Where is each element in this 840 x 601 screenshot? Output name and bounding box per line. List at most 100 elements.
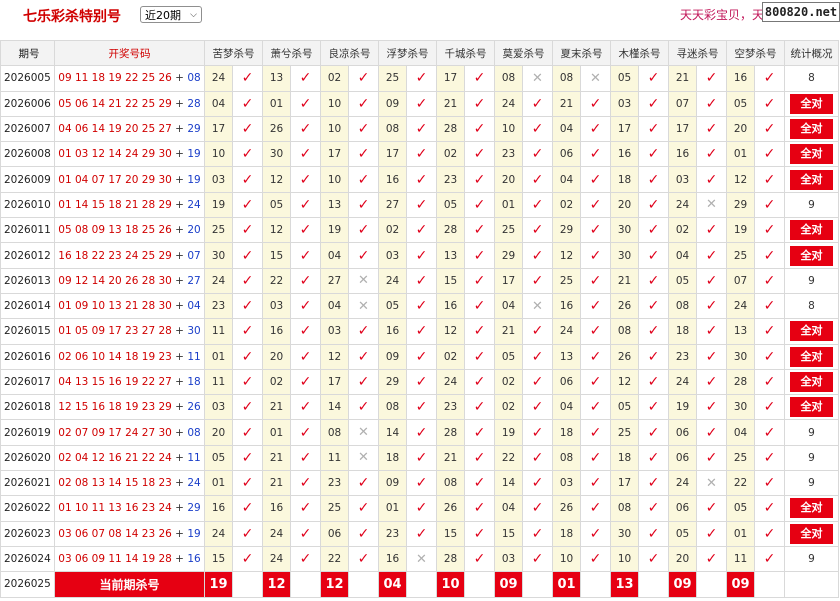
kill-number: 09	[378, 343, 407, 370]
draw-numbers: 01 04 07 17 20 29 30 + 19	[54, 166, 205, 193]
draw-numbers: 01 05 09 17 23 27 28 + 30	[54, 318, 205, 345]
special-number: 08	[187, 426, 201, 439]
check-icon: ✓	[473, 475, 486, 492]
check-icon: ✓	[705, 272, 718, 289]
kill-number: 21	[552, 90, 581, 117]
kill-result: ✓	[754, 217, 785, 244]
empty-cell	[754, 571, 785, 598]
column-header: 苦梦杀号	[204, 39, 263, 67]
kill-result: ✓	[406, 217, 437, 244]
check-icon: ✓	[473, 348, 486, 365]
draw-numbers: 04 13 15 16 19 22 27 + 18	[54, 368, 205, 396]
kill-number: 17	[610, 115, 639, 143]
check-icon: ✓	[357, 374, 370, 390]
kill-number: 24	[204, 65, 233, 92]
kill-number: 08	[552, 444, 581, 472]
kill-number: 03	[552, 470, 581, 497]
kill-result: ✓	[232, 495, 263, 522]
kill-number: 16	[262, 495, 291, 522]
check-icon: ✓	[415, 323, 428, 340]
check-icon: ✓	[589, 525, 602, 542]
plus-sign: +	[171, 97, 188, 110]
check-icon: ✓	[531, 424, 544, 441]
page-title: 七乐彩杀特别号	[23, 9, 121, 25]
kill-result: ✓	[696, 495, 727, 522]
kill-result: ✓	[754, 495, 785, 522]
issue-number: 2026025	[0, 571, 55, 598]
table-row: 2026019 02 07 09 17 24 27 30 + 08 20 ✓ 01 ✓ 08…	[0, 419, 839, 446]
check-icon: ✓	[589, 171, 602, 188]
check-icon: ✓	[705, 500, 718, 517]
kill-result: ✓	[406, 242, 437, 269]
kill-result: ✓	[696, 444, 727, 472]
draw-numbers: 03 06 07 08 14 23 26 + 19	[54, 520, 205, 547]
kill-result: ✓	[464, 444, 495, 472]
kill-number: 10	[610, 545, 639, 573]
kill-number: 24	[668, 191, 697, 219]
kill-result: ✓	[638, 267, 669, 294]
kill-result: ✓	[290, 217, 321, 244]
site-logo[interactable]: 800820.net	[762, 2, 840, 22]
check-icon: ✓	[763, 272, 776, 289]
check-icon: ✓	[299, 121, 312, 138]
kill-number: 08	[552, 65, 581, 92]
empty-cell	[348, 571, 379, 598]
kill-result: ✓	[754, 191, 785, 219]
kill-result: ✓	[232, 191, 263, 219]
kill-result: ✓	[348, 65, 379, 92]
current-kill-number: 10	[436, 571, 465, 598]
check-icon: ✓	[531, 399, 544, 416]
issue-number: 2026018	[0, 394, 55, 421]
check-icon: ✓	[415, 348, 428, 365]
main-numbers: 01 09 10 13 21 28 30	[58, 300, 172, 313]
table-row: 2026015 01 05 09 17 23 27 28 + 30 11 ✓ 16 ✓ 03…	[0, 318, 839, 345]
check-icon: ✓	[241, 348, 254, 365]
kill-result: ✓	[696, 292, 727, 320]
kill-number: 02	[494, 368, 523, 396]
special-number: 04	[187, 300, 201, 313]
stat-summary: 全对	[784, 90, 839, 117]
check-icon: ✓	[473, 525, 486, 542]
kill-number: 01	[204, 470, 233, 497]
check-icon: ✓	[763, 298, 776, 315]
column-header: 期号	[0, 39, 55, 67]
scrolling-notice[interactable]: 天天彩宝贝，天	[680, 6, 764, 23]
check-icon: ✓	[647, 374, 660, 390]
kill-result: ✓	[464, 191, 495, 219]
period-select[interactable]: 近20期 ⌵	[140, 6, 202, 23]
column-header: 寻迷杀号	[668, 39, 727, 67]
main-numbers: 04 13 15 16 19 22 27	[58, 376, 172, 388]
plus-sign: +	[171, 451, 188, 464]
kill-result: ✓	[290, 495, 321, 522]
cross-icon: ✕	[590, 70, 601, 86]
check-icon: ✓	[647, 171, 660, 188]
empty-cell	[232, 571, 263, 598]
check-icon: ✓	[241, 424, 254, 441]
issue-number: 2026021	[0, 470, 55, 497]
check-icon: ✓	[473, 424, 486, 441]
kill-result: ✓	[522, 470, 553, 497]
kill-number: 14	[494, 470, 523, 497]
check-icon: ✓	[531, 475, 544, 492]
kill-number: 03	[262, 292, 291, 320]
kill-result: ✓	[696, 394, 727, 421]
check-icon: ✓	[705, 95, 718, 112]
kill-result: ✓	[232, 318, 263, 345]
check-icon: ✓	[241, 95, 254, 112]
stat-summary: 8	[784, 292, 839, 320]
check-icon: ✓	[647, 551, 660, 568]
plus-sign: +	[171, 325, 188, 338]
kill-number: 24	[436, 368, 465, 396]
draw-numbers: 01 09 10 13 21 28 30 + 04	[54, 292, 205, 320]
kill-result: ✓	[638, 115, 669, 143]
kill-result: ✓	[638, 444, 669, 472]
all-correct-badge: 全对	[790, 321, 833, 342]
kill-number: 24	[204, 267, 233, 294]
kill-result: ✓	[638, 545, 669, 573]
kill-number: 01	[726, 520, 755, 547]
kill-result: ✓	[696, 419, 727, 446]
empty-cell	[580, 571, 611, 598]
kill-result: ✓	[754, 520, 785, 547]
kill-result: ✓	[232, 267, 263, 294]
check-icon: ✓	[415, 500, 428, 517]
